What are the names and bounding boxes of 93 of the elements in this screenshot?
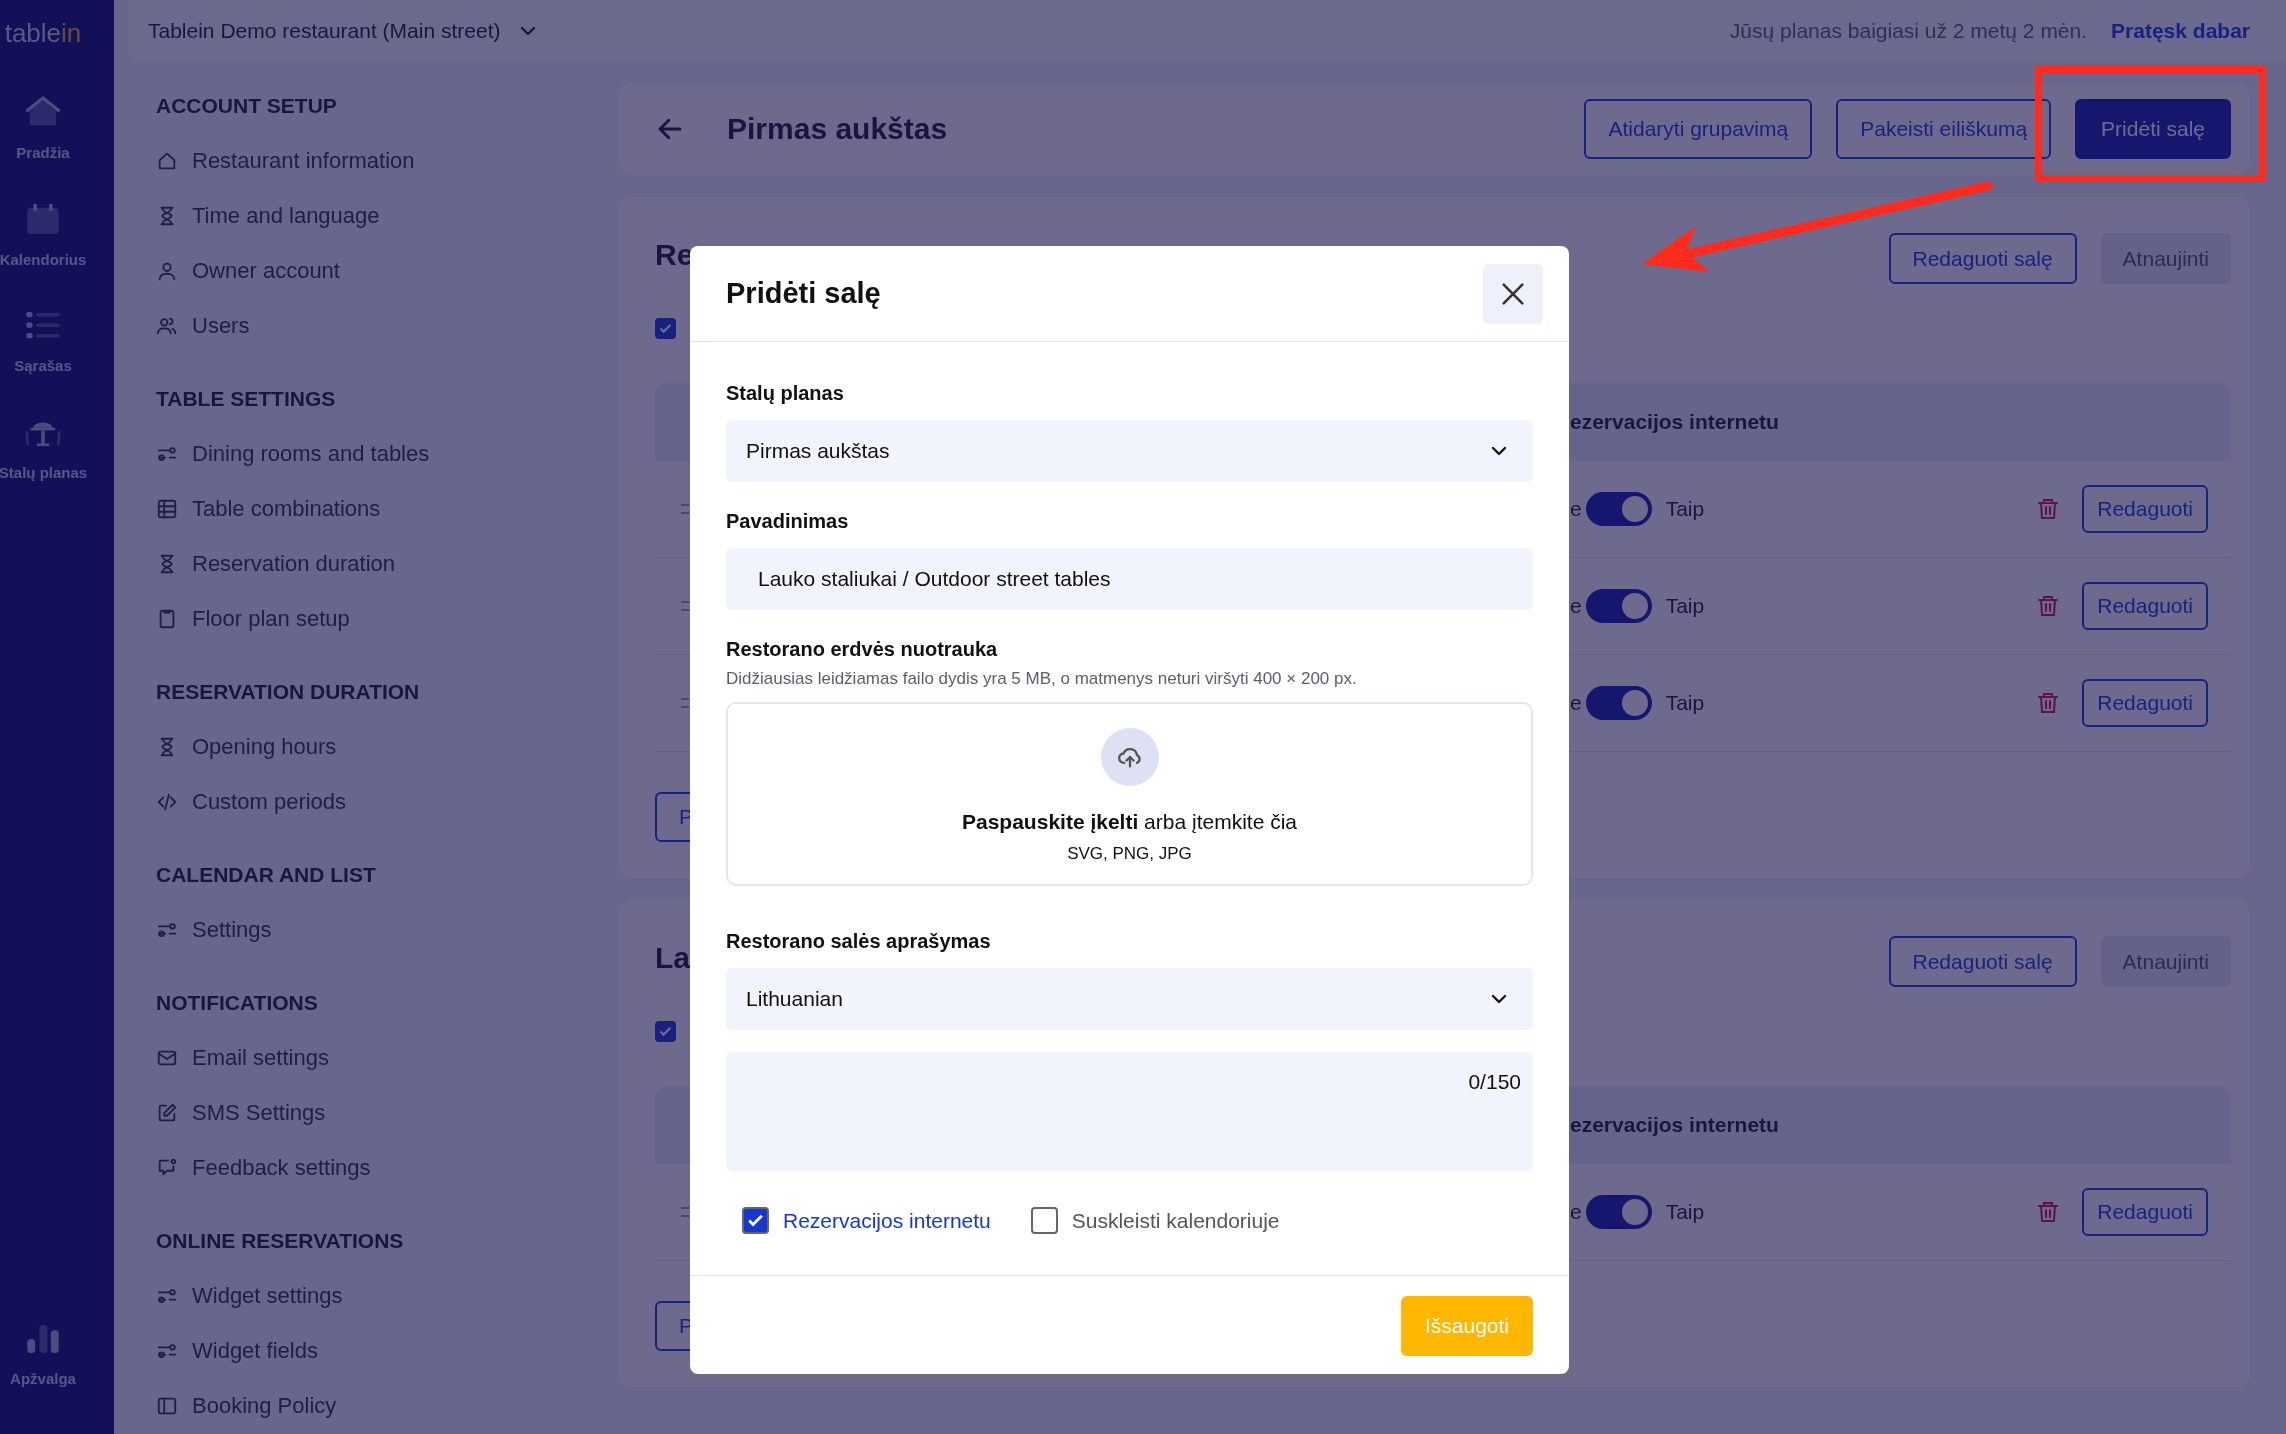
settings-menu-item[interactable]: Time and language — [156, 188, 618, 243]
grid-icon — [156, 497, 178, 520]
settings-menu-item[interactable]: Widget settings — [156, 1268, 618, 1323]
checkbox-option[interactable]: Suskleisti kalendoriuje — [1030, 1204, 1280, 1237]
upload-dropzone[interactable]: Paspauskite įkelti arba įtemkite čia SVG, PNG, JPG — [726, 701, 1533, 886]
section-heading: ONLINE RESERVATIONS — [156, 1227, 405, 1254]
settings-menu-item[interactable]: Restaurant information — [156, 133, 618, 188]
nav-item[interactable]: Apžvalga — [10, 1317, 76, 1390]
settings-menu-item[interactable]: Floor plan setup — [156, 591, 618, 646]
drag-handle-icon — [681, 504, 689, 514]
column-header: ezervacijos internetu — [1570, 1112, 1780, 1139]
edit-button[interactable]: Redaguoti — [2082, 679, 2208, 727]
character-counter: 0/150 — [1468, 1068, 1521, 1095]
settings-menu-item[interactable]: SMS Settings — [156, 1085, 618, 1140]
checkbox-option[interactable]: Rezervacijos internetu — [742, 1204, 991, 1237]
checkbox[interactable] — [655, 1020, 676, 1042]
settings-menu-item[interactable]: Dining rooms and tables — [156, 426, 618, 481]
nav-item[interactable]: Kalendorius — [0, 198, 87, 271]
checkbox[interactable] — [655, 317, 676, 339]
upload-instructions: Paspauskite įkelti arba įtemkite čia — [962, 808, 1297, 835]
toggle-label: Taip — [1665, 1199, 1705, 1226]
trash-icon — [2036, 690, 2061, 716]
restaurant-selector[interactable]: Tablein Demo restaurant (Main street) — [148, 15, 541, 47]
cell-text: e — [1570, 593, 1582, 620]
column-header: ezervacijos internetu — [1570, 409, 1780, 436]
settings-menu-item[interactable]: Feedback settings — [156, 1140, 618, 1195]
drag-handle-icon — [681, 601, 689, 611]
toggle-switch[interactable] — [1585, 589, 1652, 623]
settings-menu-item[interactable]: Opening hours — [156, 719, 618, 774]
trash-icon — [2036, 593, 2061, 619]
close-button[interactable] — [1483, 263, 1543, 324]
edit-button[interactable]: Redaguoti — [2082, 582, 2208, 630]
save-button[interactable]: Išsaugoti — [1400, 1295, 1533, 1356]
field-label: Pavadinimas — [726, 509, 850, 534]
header-button[interactable]: Atidaryti grupavimą — [1584, 99, 1813, 159]
edit-button[interactable]: Redaguoti — [2082, 485, 2208, 533]
drag-handle-icon — [681, 1207, 689, 1217]
trash-icon — [2036, 1199, 2061, 1225]
field-label: Stalų planas — [726, 381, 845, 406]
field-label: Restorano salės aprašymas — [726, 928, 992, 954]
checkbox[interactable] — [742, 1207, 769, 1234]
section-heading: RESERVATION DURATION — [156, 678, 421, 705]
plan-notice: Jūsų planas baigiasi už 2 metų 2 mėn. — [1729, 18, 2088, 45]
toggle-label: Taip — [1665, 690, 1705, 717]
section-heading: CALENDAR AND LIST — [156, 861, 377, 888]
settings-menu-item[interactable]: Widget fields — [156, 1323, 618, 1378]
settings-menu-item[interactable]: Owner account — [156, 243, 618, 298]
field-label: Restorano erdvės nuotrauka — [726, 637, 999, 662]
section-heading: TABLE SETTINGS — [156, 385, 337, 412]
name-input[interactable]: Lauko staliukai / Outdoor street tables — [726, 548, 1533, 610]
file-formats: SVG, PNG, JPG — [1067, 843, 1192, 865]
checkbox[interactable] — [1030, 1207, 1058, 1234]
settings-menu-item[interactable]: Reservation duration — [156, 536, 618, 591]
section-heading: ACCOUNT SETUP — [156, 92, 338, 119]
toggle-switch[interactable] — [1585, 686, 1652, 720]
renew-link[interactable]: Pratęsk dabar — [2111, 15, 2250, 47]
cell-text: e — [1570, 1199, 1582, 1226]
cell-text: e — [1570, 690, 1582, 717]
toggle-label: Taip — [1665, 496, 1705, 523]
page-title: Pirmas aukštas — [727, 111, 948, 147]
settings-menu-item[interactable]: Settings — [156, 902, 618, 957]
description-textarea[interactable]: 0/150 — [726, 1051, 1533, 1171]
edit-button[interactable]: Redaguoti — [2082, 1188, 2208, 1236]
settings-menu-item[interactable]: Email settings — [156, 1030, 618, 1085]
drag-handle-icon — [681, 698, 689, 708]
trash-icon — [2036, 496, 2061, 522]
cell-text: e — [1570, 496, 1582, 523]
nav-item[interactable]: Stalų planas — [0, 411, 88, 484]
nav-item[interactable]: Pradžia — [16, 92, 70, 165]
settings-menu-item[interactable]: Custom periods — [156, 774, 618, 829]
nav-item[interactable]: Sąrašas — [14, 305, 72, 378]
header-button[interactable]: Pridėti salę — [2075, 99, 2231, 159]
toggle-switch[interactable] — [1585, 492, 1652, 526]
toggle-label: Taip — [1665, 593, 1705, 620]
room-title: Re — [655, 236, 694, 273]
section-heading: NOTIFICATIONS — [156, 989, 319, 1016]
checkbox-label: Suskleisti kalendoriuje — [1071, 1207, 1280, 1234]
settings-menu-item[interactable]: Users — [156, 298, 618, 353]
language-select[interactable]: Lithuanian — [726, 967, 1533, 1030]
toggle-switch[interactable] — [1585, 1195, 1652, 1229]
edit-icon — [156, 1101, 178, 1124]
field-hint: Didžiausias leidžiamas failo dydis yra 5 MB, o matmenys neturi viršyti 400 × 200 px. — [726, 668, 1358, 690]
modal-title: Pridėti salę — [726, 276, 881, 311]
room-button[interactable]: Redaguoti salę — [1888, 936, 2077, 987]
header-button[interactable]: Pakeisti eiliškumą — [1836, 99, 2052, 159]
room-title: La — [655, 939, 690, 976]
upload-link[interactable]: Paspauskite įkelti — [962, 809, 1139, 833]
logo: tablein — [4, 17, 82, 50]
room-button[interactable]: Redaguoti salę — [1888, 233, 2077, 284]
settings-menu-item[interactable]: Booking Policy — [156, 1378, 618, 1433]
plan-select[interactable]: Pirmas aukštas — [726, 420, 1533, 482]
settings-menu-item[interactable]: Table combinations — [156, 481, 618, 536]
checkbox-label: Rezervacijos internetu — [783, 1207, 991, 1234]
